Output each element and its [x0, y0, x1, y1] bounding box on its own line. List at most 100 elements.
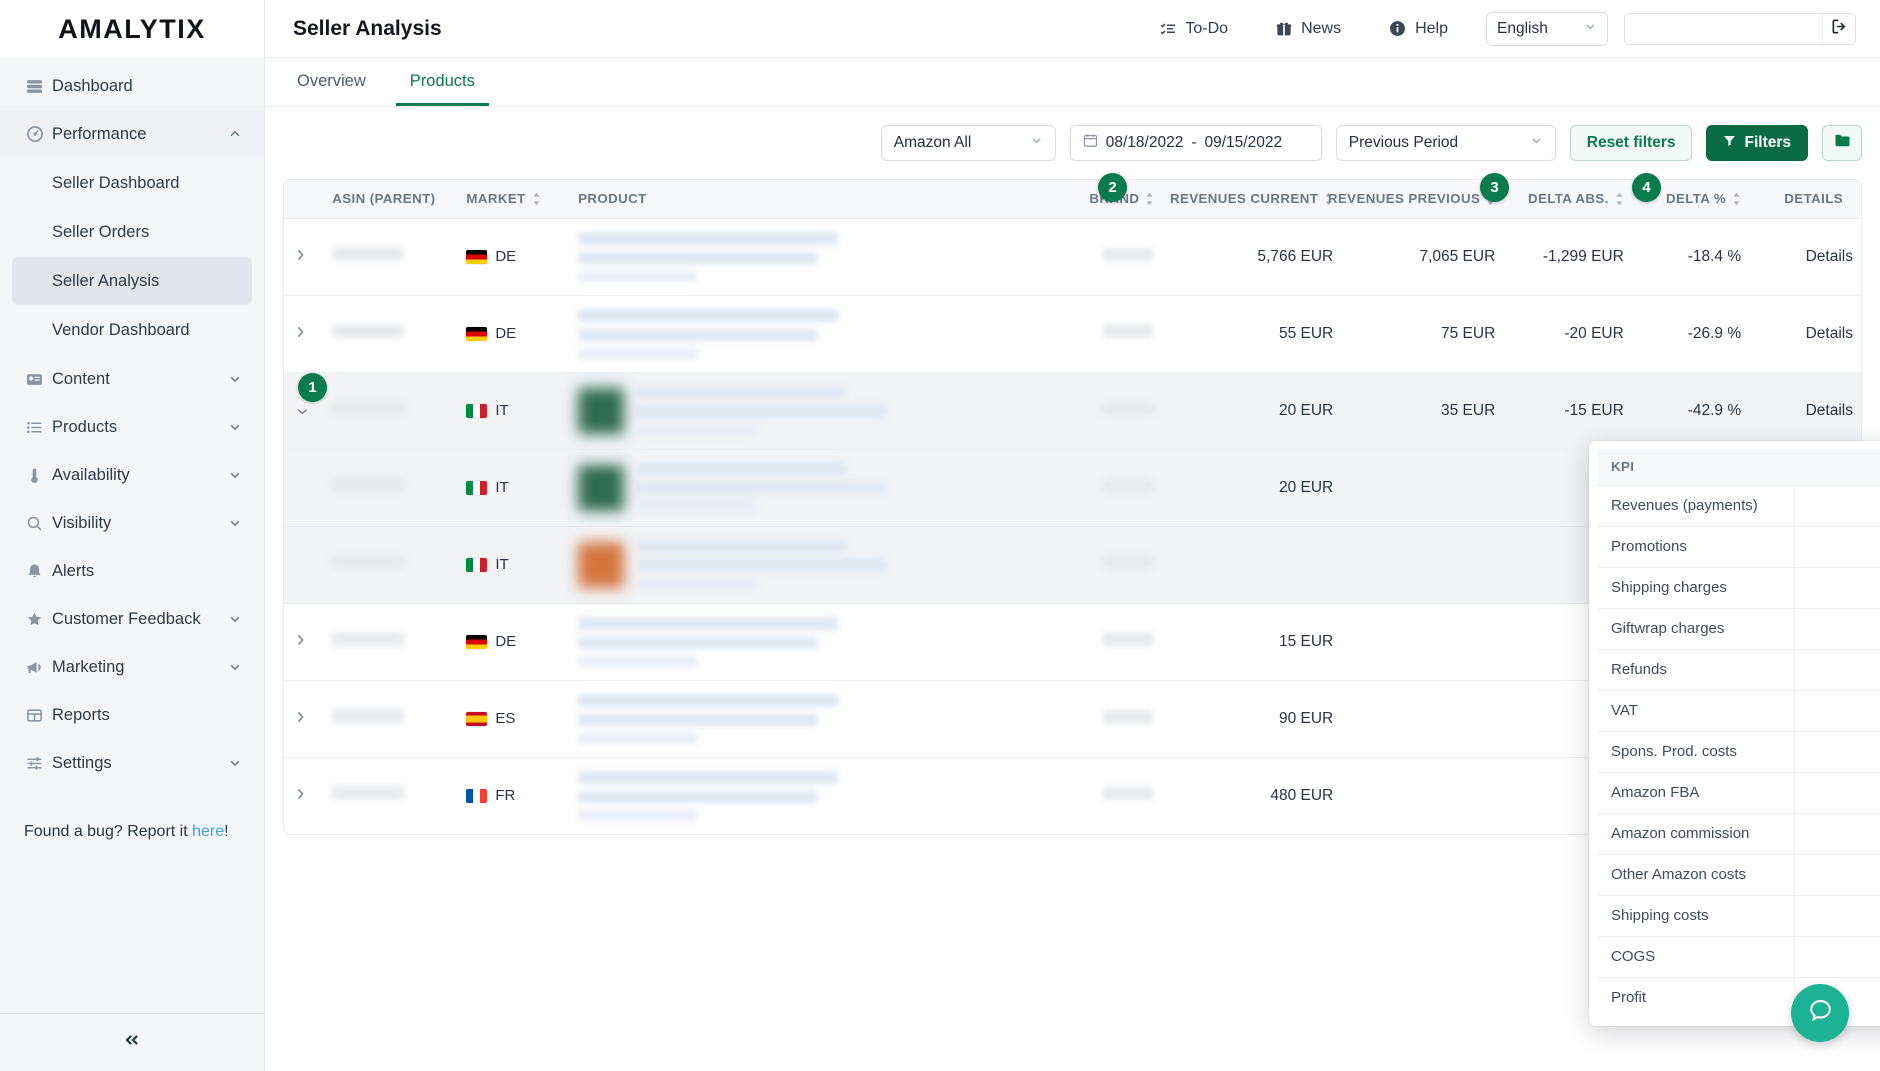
thermometer-icon [26, 467, 52, 484]
search-input[interactable] [1625, 13, 1822, 44]
flag-icon-it [466, 480, 488, 495]
cell-revenues-previous [1341, 526, 1504, 604]
sidebar-item-products[interactable]: Products [0, 403, 264, 451]
product-thumbnail [578, 541, 625, 588]
sidebar-collapse-button[interactable] [0, 1013, 264, 1071]
news-button[interactable]: News [1252, 0, 1365, 58]
cell-market: IT [458, 526, 571, 604]
row-expand-caret[interactable] [296, 786, 312, 806]
th-market[interactable]: MARKET [458, 180, 571, 219]
cell-market: DE [458, 218, 571, 296]
sidebar-item-customer-feedback[interactable]: Customer Feedback [0, 595, 264, 643]
sidebar-subitem-label: Seller Analysis [52, 271, 160, 290]
product-thumbnail [578, 387, 625, 434]
kpi-header-kpi: KPI [1597, 449, 1794, 486]
sidebar-item-seller-orders[interactable]: Seller Orders [12, 208, 252, 256]
cell-expand[interactable] [284, 603, 325, 681]
details-link[interactable]: Details [1749, 372, 1861, 450]
sidebar-item-reports[interactable]: Reports [0, 691, 264, 739]
kpi-row: Giftwrap charges0 EUR [1597, 608, 1880, 650]
app-root: AMALYTIX Dashboard Performance Seller Da… [0, 0, 1880, 1071]
kpi-value: -2.25 EUR [1794, 813, 1880, 855]
language-select[interactable]: English [1486, 11, 1608, 46]
product-title-redacted [578, 770, 1009, 821]
sidebar-item-content[interactable]: Content [0, 355, 264, 403]
compare-period-select[interactable]: Previous Period [1335, 125, 1556, 161]
cell-revenues-current: 15 EUR [1162, 603, 1342, 681]
kpi-header-value: VALUE [1794, 449, 1880, 486]
th-revenues-previous[interactable]: REVENUES PREVIOUS [1328, 180, 1504, 219]
help-button[interactable]: Help [1365, 0, 1472, 58]
annotation-marker-2: 2 [1098, 173, 1127, 202]
date-separator: - [1191, 134, 1197, 151]
sort-icon[interactable] [1145, 192, 1154, 206]
market-select[interactable]: Amazon All [880, 125, 1056, 161]
sidebar-item-alerts[interactable]: Alerts [0, 547, 264, 595]
cell-revenues-previous [1341, 449, 1504, 527]
compare-period-value: Previous Period [1348, 134, 1459, 151]
bug-report-link[interactable]: here [192, 823, 224, 840]
cell-asin [324, 603, 459, 681]
row-expand-caret[interactable] [296, 324, 312, 344]
bug-report-text-after: ! [224, 823, 229, 840]
support-chat-button[interactable] [1791, 984, 1849, 1042]
date-range-picker[interactable]: 08/18/2022 - 09/15/2022 [1069, 125, 1322, 161]
table-row[interactable]: IT 20 EUR 35 EUR -15 EUR -42.9 % Details [284, 372, 1861, 450]
filters-button[interactable]: Filters [1706, 125, 1808, 161]
table-row[interactable]: DE 55 EUR 75 EUR -20 EUR -26.9 % Details [284, 295, 1861, 373]
chevron-down-icon [228, 468, 242, 482]
tab-overview[interactable]: Overview [283, 58, 380, 106]
row-expand-caret[interactable] [296, 247, 312, 267]
cell-expand[interactable] [284, 295, 325, 373]
todo-button[interactable]: To-Do [1136, 0, 1252, 58]
cell-expand[interactable] [284, 218, 325, 296]
filters-button-label: Filters [1744, 134, 1791, 151]
sidebar-item-performance[interactable]: Performance [0, 110, 264, 158]
cell-delta-abs: -15 EUR [1503, 372, 1632, 450]
kpi-value: 0 EUR [1794, 526, 1880, 568]
details-link[interactable]: Details [1749, 218, 1861, 296]
table-row[interactable]: DE 5,766 EUR 7,065 EUR -1,299 EUR -18.4 % Det… [284, 218, 1861, 296]
sidebar-item-label: Alerts [52, 561, 95, 580]
th-brand[interactable]: BRAND [1017, 180, 1163, 219]
cell-expand[interactable] [284, 526, 325, 604]
sidebar-item-seller-analysis[interactable]: Seller Analysis [12, 257, 252, 305]
cell-expand[interactable] [284, 449, 325, 527]
cell-expand[interactable] [284, 757, 324, 834]
logout-button[interactable] [1822, 12, 1856, 45]
sidebar-item-seller-dashboard[interactable]: Seller Dashboard [12, 159, 252, 207]
product-title-redacted [636, 463, 1009, 512]
sidebar-item-settings[interactable]: Settings [0, 739, 264, 787]
market-code: DE [495, 248, 517, 265]
flag-icon-de [466, 634, 488, 649]
search-box[interactable] [1624, 12, 1822, 45]
bell-icon [26, 563, 52, 580]
sidebar-item-dashboard[interactable]: Dashboard [0, 62, 264, 110]
kpi-value: 15.01 EUR [1794, 485, 1880, 527]
annotation-marker-1: 1 [298, 373, 327, 402]
th-delta-abs[interactable]: DELTA ABS. [1503, 180, 1632, 219]
sort-icon[interactable] [1615, 192, 1624, 206]
sidebar-item-availability[interactable]: Availability [0, 451, 264, 499]
cell-expand[interactable] [284, 680, 325, 758]
th-revenues-current[interactable]: REVENUES CURRENT [1162, 180, 1342, 219]
chat-bubble-icon [1807, 997, 1834, 1029]
cell-brand [1017, 757, 1162, 834]
tab-products[interactable]: Products [395, 58, 489, 106]
chevron-down-icon [228, 372, 242, 386]
sort-icon[interactable] [532, 192, 541, 206]
kpi-value: -7.89 EUR [1794, 772, 1880, 814]
kpi-row: Amazon FBA-7.89 EUR [1597, 772, 1880, 814]
folder-button[interactable] [1822, 125, 1862, 161]
sidebar-item-marketing[interactable]: Marketing [0, 643, 264, 691]
reset-filters-button[interactable]: Reset filters [1569, 125, 1693, 161]
row-collapse-caret[interactable] [296, 401, 312, 421]
kpi-row: COGS0 EUR [1597, 936, 1880, 978]
row-expand-caret[interactable] [296, 632, 312, 652]
sidebar-item-vendor-dashboard[interactable]: Vendor Dashboard [12, 306, 252, 354]
cell-product [570, 372, 1018, 450]
row-expand-caret[interactable] [296, 709, 312, 729]
details-link[interactable]: Details [1749, 295, 1861, 373]
sidebar-item-visibility[interactable]: Visibility [0, 499, 264, 547]
sort-icon[interactable] [1732, 192, 1741, 206]
